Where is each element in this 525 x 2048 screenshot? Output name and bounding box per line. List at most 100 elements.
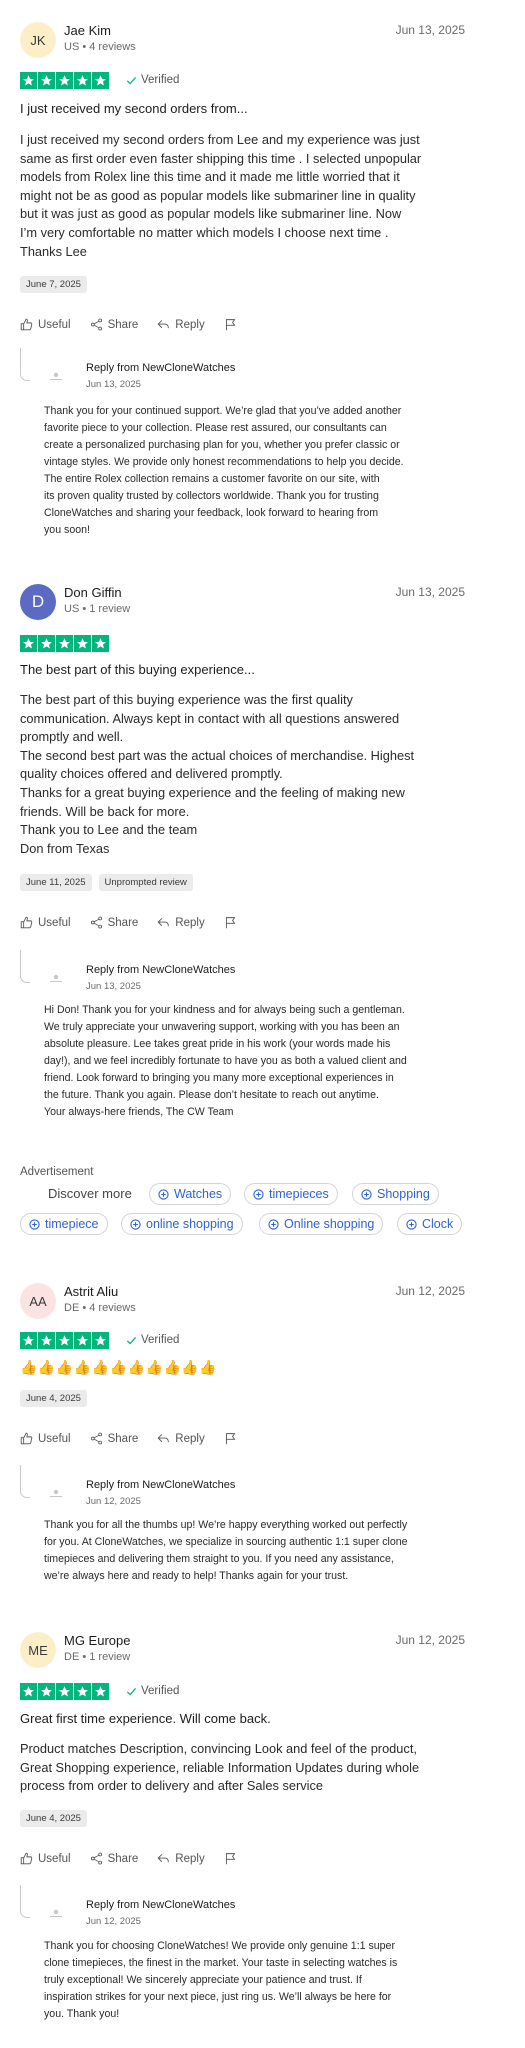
share-button[interactable]: Share xyxy=(90,1432,139,1445)
reply-body-line: clone timepieces, the finest in the mark… xyxy=(44,1957,398,1969)
company-reply: Reply from NewCloneWatches Jun 13, 2025 … xyxy=(20,348,465,543)
avatar[interactable]: JK xyxy=(20,22,56,58)
flag-icon xyxy=(225,1433,236,1445)
useful-button[interactable]: Useful xyxy=(20,916,71,929)
reply-title[interactable]: Reply from NewCloneWatches xyxy=(86,964,235,976)
useful-button[interactable]: Useful xyxy=(20,1852,71,1865)
avatar[interactable]: AA xyxy=(20,1283,56,1319)
star-icon xyxy=(92,72,109,89)
ad-tag-label: online shopping xyxy=(146,1217,234,1231)
reply-body-line: the future. Thank you again. Please don’… xyxy=(44,1089,379,1101)
reviewer-meta: DE • 4 reviews xyxy=(64,1302,136,1314)
reviewer-name[interactable]: Astrit Aliu xyxy=(64,1284,118,1299)
reply-body-line: inspiration strikes for your next piece,… xyxy=(44,1991,392,2003)
review-body-emoji: 👍👍👍👍👍👍👍👍👍👍👍 xyxy=(20,1359,218,1375)
review-date: Jun 13, 2025 xyxy=(395,23,465,37)
share-label: Share xyxy=(107,1432,139,1445)
ad-tag-watches[interactable]: Watches xyxy=(149,1183,232,1205)
reply-connector xyxy=(20,950,30,983)
company-logo-icon xyxy=(50,372,62,380)
flag-button[interactable] xyxy=(224,916,237,929)
reviewer-name[interactable]: Jae Kim xyxy=(64,23,111,38)
reply-label: Reply xyxy=(175,916,205,929)
share-label: Share xyxy=(107,318,139,331)
star-rating xyxy=(20,72,109,89)
star-icon xyxy=(56,1683,73,1700)
company-logo-icon xyxy=(50,1489,62,1497)
review-body-line: but it was just as good as popular model… xyxy=(20,206,402,222)
reviewer-name[interactable]: MG Europe xyxy=(64,1633,130,1648)
avatar[interactable]: D xyxy=(20,584,56,620)
reply-body-line: The entire Rolex collection remains a cu… xyxy=(44,473,380,485)
ad-tag-online-shopping[interactable]: online shopping xyxy=(121,1213,243,1235)
useful-label: Useful xyxy=(38,1852,71,1865)
review-header: ME MG Europe DE • 1 review Jun 12, 2025 xyxy=(20,1632,465,1672)
share-button[interactable]: Share xyxy=(90,318,139,331)
share-button[interactable]: Share xyxy=(90,916,138,929)
ad-tag-shopping[interactable]: Shopping xyxy=(352,1183,439,1205)
share-button[interactable]: Share xyxy=(90,1852,138,1865)
review-body-line: I just received my second orders from Le… xyxy=(20,132,420,147)
thumbs-up-icon xyxy=(20,318,33,331)
star-icon xyxy=(38,1332,55,1349)
reply-body-line: We truly appreciate your unwavering supp… xyxy=(44,1021,400,1033)
date-of-experience-chip: June 7, 2025 xyxy=(20,276,87,293)
review-actions: Useful Share Reply xyxy=(20,318,256,331)
check-icon xyxy=(126,76,137,84)
flag-button[interactable] xyxy=(224,1852,237,1865)
flag-icon xyxy=(225,319,236,331)
reply-body-line: timepieces and delivering them straight … xyxy=(44,1553,394,1565)
ad-tag-label: Clock xyxy=(422,1217,454,1231)
review-header: AA Astrit Aliu DE • 4 reviews Jun 12, 20… xyxy=(20,1283,465,1323)
reviewer-name[interactable]: Don Giffin xyxy=(64,585,122,600)
reply-button[interactable]: Reply xyxy=(157,916,205,929)
star-icon xyxy=(74,72,91,89)
ad-tag-timepieces[interactable]: timepieces xyxy=(244,1183,338,1205)
star-icon xyxy=(92,635,109,652)
reply-button[interactable]: Reply xyxy=(157,1852,205,1865)
reply-title[interactable]: Reply from NewCloneWatches xyxy=(86,1479,235,1491)
thumbs-up-icon xyxy=(20,1852,33,1865)
share-icon xyxy=(90,1852,102,1865)
useful-button[interactable]: Useful xyxy=(20,1432,71,1445)
flag-button[interactable] xyxy=(224,318,237,331)
star-icon xyxy=(20,1332,37,1349)
advertisement-label: Advertisement xyxy=(20,1166,94,1178)
reply-title[interactable]: Reply from NewCloneWatches xyxy=(86,362,235,374)
plus-circle-icon xyxy=(130,1218,141,1230)
review-title[interactable]: Great first time experience. Will come b… xyxy=(20,1711,465,1726)
reviewer-meta: US • 1 review xyxy=(64,603,131,615)
review-header: D Don Giffin US • 1 review Jun 13, 2025 xyxy=(20,584,465,624)
ad-tag-timepiece[interactable]: timepiece xyxy=(20,1213,108,1235)
ad-tag-online-shopping-2[interactable]: Online shopping xyxy=(259,1213,384,1235)
plus-circle-icon xyxy=(268,1218,279,1230)
reply-connector xyxy=(20,348,30,381)
reply-body-line: you. Thank you! xyxy=(44,2008,120,2020)
reply-date: Jun 13, 2025 xyxy=(86,981,141,992)
avatar[interactable]: ME xyxy=(20,1632,56,1668)
company-reply: Reply from NewCloneWatches Jun 13, 2025 … xyxy=(20,950,465,1125)
reply-body-line: day!), and we feel incredibly fortunate … xyxy=(44,1055,407,1067)
review-date: Jun 13, 2025 xyxy=(395,585,465,599)
reply-body-line: friend. Look forward to bringing you man… xyxy=(44,1072,394,1084)
plus-circle-icon xyxy=(253,1188,264,1200)
useful-button[interactable]: Useful xyxy=(20,318,71,331)
plus-circle-icon xyxy=(361,1188,372,1200)
reply-button[interactable]: Reply xyxy=(157,1432,205,1445)
company-reply: Reply from NewCloneWatches Jun 12, 2025 … xyxy=(20,1465,465,1595)
review-title[interactable]: The best part of this buying experience.… xyxy=(20,662,465,677)
reply-body-line: you soon! xyxy=(44,524,90,536)
star-rating xyxy=(20,1683,109,1700)
ad-tag-clock[interactable]: Clock xyxy=(397,1213,463,1235)
company-reply: Reply from NewCloneWatches Jun 12, 2025 … xyxy=(20,1885,465,2035)
reply-body-line: vintage styles. We provide only honest r… xyxy=(44,456,404,468)
flag-button[interactable] xyxy=(224,1432,237,1445)
reply-button[interactable]: Reply xyxy=(157,318,205,331)
reply-body: Thank you for choosing CloneWatches! We … xyxy=(44,1938,474,2023)
reply-body-line: Thank you for choosing CloneWatches! We … xyxy=(44,1940,395,1952)
reply-title[interactable]: Reply from NewCloneWatches xyxy=(86,1899,235,1911)
star-icon xyxy=(92,1332,109,1349)
review-title[interactable]: I just received my second orders from... xyxy=(20,101,465,116)
flag-icon xyxy=(225,1853,236,1865)
review-date: Jun 12, 2025 xyxy=(395,1633,465,1647)
